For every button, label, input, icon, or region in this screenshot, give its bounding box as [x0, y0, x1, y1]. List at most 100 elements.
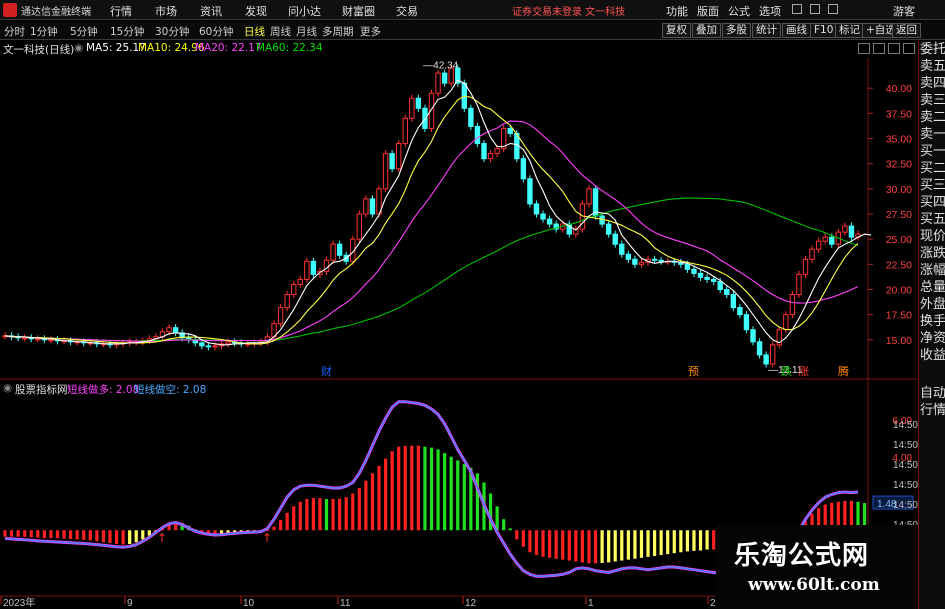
indicator-bar [101, 530, 106, 543]
indicator-bar [298, 501, 302, 531]
candle-body [546, 218, 553, 225]
settings-icon[interactable]: ◉ [74, 42, 83, 54]
indicator-bar [88, 530, 92, 541]
side-item[interactable]: 行情 [920, 404, 945, 418]
indicator-bar [620, 530, 624, 561]
candle-body [710, 278, 717, 282]
indicator-line1: 短线做多: 2.08 [67, 384, 140, 396]
y-tick-label: 22.50 [886, 259, 912, 271]
side-item[interactable]: 委托 [920, 43, 945, 57]
indicator-bar [128, 530, 132, 545]
candle-body [796, 273, 802, 296]
zoom-in-icon[interactable] [858, 43, 870, 54]
side-item[interactable]: 自动 [920, 387, 945, 401]
zoom-out-icon[interactable] [873, 43, 885, 54]
collapse-icon[interactable] [903, 43, 915, 54]
indicator-settings-icon[interactable]: ◉ [3, 382, 12, 394]
side-item[interactable]: 外盘 [920, 298, 945, 312]
indicator-bar [351, 493, 355, 531]
ma5-line [4, 79, 872, 346]
indicator-bar [55, 530, 60, 539]
candle-body [842, 225, 848, 233]
indicator-bar [443, 453, 447, 531]
candle-body [533, 203, 540, 215]
kline-chart[interactable]: 40.00 37.50 35.00 32.50 30.00 27.50 25.00 22.50… [0, 0, 945, 609]
indicator-bar [42, 530, 46, 538]
candle-body [822, 236, 828, 242]
indicator-bar [278, 520, 283, 531]
indicator-bar [652, 530, 657, 556]
candle-body [605, 223, 612, 235]
indicator-bar [705, 530, 709, 550]
time-tick-label: 14:50 [893, 480, 918, 491]
ma5-label: MA5: 25.17 [86, 42, 146, 54]
side-item[interactable]: 买五 [920, 213, 945, 227]
indicator-bar [646, 530, 650, 557]
indicator-bar [272, 526, 276, 531]
settings-icon[interactable] [888, 43, 900, 54]
candle-body [225, 341, 231, 345]
candle-body [638, 261, 645, 265]
indicator-bar [397, 446, 401, 531]
indicator-bar [134, 530, 138, 543]
x-tick-label: 11 [340, 598, 351, 609]
y-tick-label: 17.50 [886, 310, 912, 322]
indicator-bar [593, 530, 598, 564]
indicator-bar [692, 530, 696, 551]
candle-body [507, 127, 513, 134]
candle-body [704, 276, 710, 280]
side-item[interactable]: 现价 [920, 230, 945, 244]
indicator-name: 股票指标网 [15, 384, 68, 396]
candle-body [651, 258, 658, 261]
indicator-bar [462, 464, 466, 531]
candle-body [697, 272, 704, 278]
side-item[interactable]: 卖二 [920, 111, 945, 125]
indicator-bar [108, 530, 112, 544]
indicator-bar [9, 530, 14, 537]
indicator-bar [338, 498, 342, 531]
ma-info-bar: 文一科技(日线) ◉ MA5: 25.17 MA10: 24.96 MA20: … [0, 41, 915, 56]
indicator-bar [121, 530, 125, 545]
candle-body [409, 97, 415, 119]
event-tag: 预 [688, 365, 699, 378]
side-item[interactable]: 买二 [920, 162, 945, 176]
indicator-bar [16, 530, 20, 537]
watermark-url: www.60lt.com [748, 575, 880, 595]
side-item[interactable]: 买三 [920, 179, 945, 193]
event-tag: 腾 [838, 364, 849, 378]
indicator-bar [600, 530, 604, 563]
ma10-line [4, 95, 859, 345]
candle-body [737, 307, 743, 316]
high-price-label: —42.34 [423, 61, 458, 72]
side-item[interactable]: 卖四 [920, 77, 945, 91]
y-tick-label: 40.00 [886, 83, 912, 95]
side-item[interactable]: 涨跌 [920, 247, 945, 261]
side-item[interactable]: 总量 [920, 281, 945, 295]
side-item[interactable]: 买四 [920, 196, 945, 210]
candle-body [540, 213, 546, 220]
indicator-bar [377, 465, 381, 531]
side-item[interactable]: 卖五 [920, 60, 945, 74]
indicator-bar [548, 530, 552, 558]
side-item[interactable]: 净资 [920, 332, 945, 346]
candle-body [21, 337, 28, 340]
side-item[interactable]: 收益 [920, 349, 945, 363]
candle-body [304, 260, 310, 280]
buy-arrow-icon: ↑ [262, 531, 272, 545]
indicator-bar [429, 447, 434, 531]
candle-body [310, 260, 317, 275]
side-item[interactable]: 卖一 [920, 128, 945, 142]
candle-body [172, 327, 179, 334]
indicator-bar [587, 530, 591, 564]
side-item[interactable]: 卖三 [920, 94, 945, 108]
side-item[interactable]: 买一 [920, 145, 945, 159]
watermark: 乐淘公式网 www.60lt.com [716, 525, 918, 609]
candle-body [619, 243, 625, 255]
indicator-bar [436, 449, 440, 531]
candle-body [284, 294, 290, 309]
indicator-bar [292, 506, 296, 531]
indicator-bar [364, 480, 368, 531]
candle-body [336, 243, 343, 256]
side-item[interactable]: 换手 [920, 315, 945, 329]
side-item[interactable]: 涨幅 [920, 264, 945, 278]
